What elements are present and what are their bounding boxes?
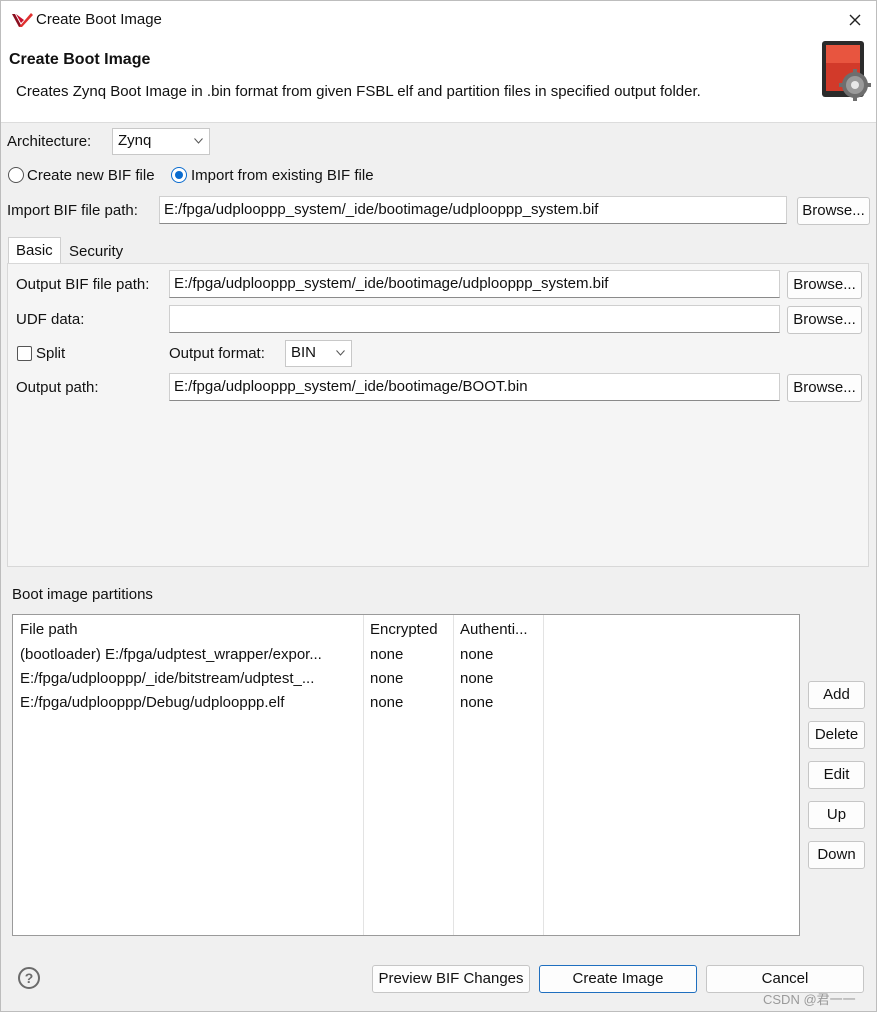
edit-partition-button[interactable]: Edit — [808, 761, 865, 789]
table-row[interactable]: E:/fpga/udplooppp/_ide/bitstream/udptest… — [20, 670, 360, 687]
table-row[interactable]: (bootloader) E:/fpga/udptest_wrapper/exp… — [20, 646, 360, 663]
table-cell-authentication[interactable]: none — [460, 670, 540, 687]
udf-data-browse-button[interactable]: Browse... — [787, 306, 862, 334]
architecture-value: Zynq — [118, 132, 152, 149]
split-checkbox[interactable] — [17, 346, 32, 361]
column-header-encrypted[interactable]: Encrypted — [370, 621, 450, 638]
table-cell-encrypted[interactable]: none — [370, 694, 450, 711]
output-path-field[interactable]: E:/fpga/udplooppp_system/_ide/bootimage/… — [169, 373, 780, 401]
header-description: Creates Zynq Boot Image in .bin format f… — [16, 83, 701, 100]
import-bif-path-field[interactable]: E:/fpga/udplooppp_system/_ide/bootimage/… — [159, 196, 787, 224]
table-cell-encrypted[interactable]: none — [370, 646, 450, 663]
column-header-authentication[interactable]: Authenti... — [460, 621, 540, 638]
create-image-button[interactable]: Create Image — [539, 965, 697, 993]
output-format-select[interactable]: BIN — [285, 340, 352, 367]
udf-data-label: UDF data: — [16, 311, 85, 328]
output-format-label: Output format: — [169, 345, 265, 362]
csdn-watermark: CSDN @君一一 — [763, 992, 856, 1007]
move-up-button[interactable]: Up — [808, 801, 865, 829]
tab-basic[interactable]: Basic — [8, 237, 61, 264]
dialog-header: Create Boot Image Creates Zynq Boot Imag… — [1, 39, 876, 123]
create-new-bif-label[interactable]: Create new BIF file — [27, 167, 155, 184]
chevron-down-icon — [336, 350, 345, 356]
column-header-file-path[interactable]: File path — [20, 621, 358, 638]
udf-data-field[interactable] — [169, 305, 780, 333]
import-bif-browse-button[interactable]: Browse... — [797, 197, 870, 225]
window-title: Create Boot Image — [36, 11, 162, 28]
table-cell-authentication[interactable]: none — [460, 694, 540, 711]
table-row[interactable]: E:/fpga/udplooppp/Debug/udplooppp.elf — [20, 694, 360, 711]
create-boot-image-dialog: Create Boot Image Create Boot Image Crea… — [0, 0, 877, 1012]
import-existing-bif-radio[interactable] — [171, 167, 187, 183]
column-divider — [543, 615, 544, 935]
output-bif-path-label: Output BIF file path: — [16, 276, 150, 293]
partitions-table[interactable]: File path Encrypted Authenti... (bootloa… — [12, 614, 800, 936]
create-new-bif-radio[interactable] — [8, 167, 24, 183]
boot-image-gear-icon — [822, 41, 871, 101]
close-icon[interactable] — [844, 9, 866, 31]
output-format-value: BIN — [291, 344, 317, 361]
header-title: Create Boot Image — [9, 51, 151, 68]
table-cell-encrypted[interactable]: none — [370, 670, 450, 687]
preview-bif-changes-button[interactable]: Preview BIF Changes — [372, 965, 530, 993]
column-divider — [363, 615, 364, 935]
table-cell-authentication[interactable]: none — [460, 646, 540, 663]
delete-partition-button[interactable]: Delete — [808, 721, 865, 749]
import-bif-path-label: Import BIF file path: — [7, 202, 138, 219]
help-icon[interactable]: ? — [18, 967, 40, 989]
vitis-logo-icon — [12, 13, 33, 27]
import-existing-bif-label[interactable]: Import from existing BIF file — [191, 167, 374, 184]
split-label[interactable]: Split — [36, 345, 65, 362]
title-bar: Create Boot Image — [1, 1, 876, 39]
tab-security[interactable]: Security — [62, 239, 130, 264]
output-bif-path-field[interactable]: E:/fpga/udplooppp_system/_ide/bootimage/… — [169, 270, 780, 298]
chevron-down-icon — [194, 138, 203, 144]
move-down-button[interactable]: Down — [808, 841, 865, 869]
boot-image-partitions-label: Boot image partitions — [12, 586, 153, 603]
column-divider — [453, 615, 454, 935]
output-bif-browse-button[interactable]: Browse... — [787, 271, 862, 299]
output-path-browse-button[interactable]: Browse... — [787, 374, 862, 402]
architecture-label: Architecture: — [7, 133, 92, 150]
architecture-select[interactable]: Zynq — [112, 128, 210, 155]
add-partition-button[interactable]: Add — [808, 681, 865, 709]
output-path-label: Output path: — [16, 379, 99, 396]
